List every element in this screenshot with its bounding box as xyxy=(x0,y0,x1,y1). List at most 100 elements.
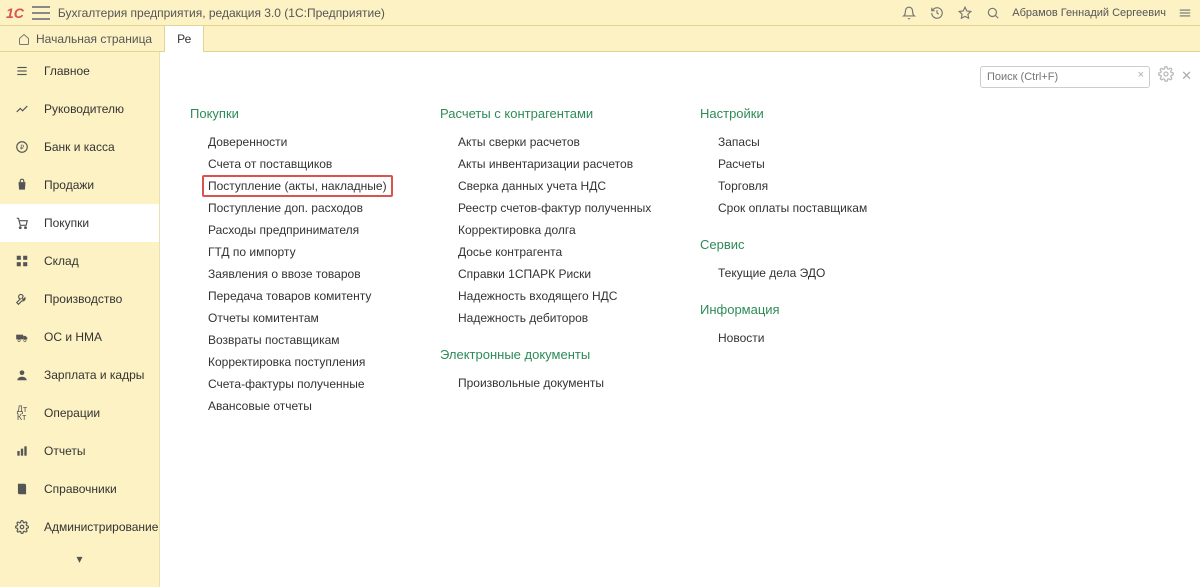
sidebar-item-label: Продажи xyxy=(44,178,94,192)
col-purchases-header: Покупки xyxy=(190,106,400,121)
sidebar-item-label: Администрирование xyxy=(44,520,158,534)
menu-link[interactable]: Надежность входящего НДС xyxy=(458,285,660,307)
menu-link[interactable]: Поступление (акты, накладные) xyxy=(202,175,393,197)
tab-second[interactable]: Ре xyxy=(165,26,204,52)
sidebar-item-label: Производство xyxy=(44,292,122,306)
close-panel-icon[interactable]: ✕ xyxy=(1181,68,1192,84)
sidebar-item-manager[interactable]: Руководителю xyxy=(0,90,159,128)
menu-link[interactable]: Срок оплаты поставщикам xyxy=(718,197,900,219)
bell-icon[interactable] xyxy=(900,4,918,22)
sidebar-item-main[interactable]: Главное xyxy=(0,52,159,90)
menu-link[interactable]: Доверенности xyxy=(208,131,400,153)
wrench-icon xyxy=(14,291,30,307)
menu-link[interactable]: Корректировка долга xyxy=(458,219,660,241)
chart-icon xyxy=(14,443,30,459)
section-header: Электронные документы xyxy=(440,347,660,362)
ruble-icon: ₽ xyxy=(14,139,30,155)
menu-link[interactable]: Торговля xyxy=(718,175,900,197)
app-title: Бухгалтерия предприятия, редакция 3.0 (1… xyxy=(58,6,385,20)
menu-link[interactable]: Произвольные документы xyxy=(458,372,660,394)
search-box: × xyxy=(980,66,1150,88)
truck-icon xyxy=(14,329,30,345)
menu-link[interactable]: Справки 1СПАРК Риски xyxy=(458,263,660,285)
operations-icon: ДтКт xyxy=(14,405,30,421)
sidebar-item-admin[interactable]: Администрирование xyxy=(0,508,159,546)
menu-link[interactable]: Счета от поставщиков xyxy=(208,153,400,175)
menu-link[interactable]: Реестр счетов-фактур полученных xyxy=(458,197,660,219)
col-settlements: Расчеты с контрагентами Акты сверки расче… xyxy=(440,106,660,417)
menu-link[interactable]: Акты сверки расчетов xyxy=(458,131,660,153)
menu-link[interactable]: Акты инвентаризации расчетов xyxy=(458,153,660,175)
tab-home-label: Начальная страница xyxy=(36,32,152,46)
book-icon xyxy=(14,481,30,497)
sidebar-item-label: Главное xyxy=(44,64,90,78)
panel-settings-icon[interactable] xyxy=(1158,66,1174,82)
sidebar-item-label: Покупки xyxy=(44,216,89,230)
menu-link[interactable]: Досье контрагента xyxy=(458,241,660,263)
col-purchases: Покупки ДоверенностиСчета от поставщиков… xyxy=(190,106,400,417)
menu-link[interactable]: ГТД по импорту xyxy=(208,241,400,263)
menu-link[interactable]: Новости xyxy=(718,327,900,349)
person-icon xyxy=(14,367,30,383)
search-icon[interactable] xyxy=(984,4,1002,22)
cart-icon xyxy=(14,215,30,231)
sidebar-item-label: Зарплата и кадры xyxy=(44,368,144,382)
menu-link[interactable]: Надежность дебиторов xyxy=(458,307,660,329)
menu-link[interactable]: Текущие дела ЭДО xyxy=(718,262,900,284)
section-header: Информация xyxy=(700,302,900,317)
sidebar-item-reports[interactable]: Отчеты xyxy=(0,432,159,470)
star-icon[interactable] xyxy=(956,4,974,22)
sidebar-item-sales[interactable]: Продажи xyxy=(0,166,159,204)
home-icon xyxy=(18,33,30,45)
sidebar-item-hr[interactable]: Зарплата и кадры xyxy=(0,356,159,394)
tab-home[interactable]: Начальная страница xyxy=(6,26,165,52)
menu-link[interactable]: Отчеты комитентам xyxy=(208,307,400,329)
sidebar: Главное Руководителю ₽ Банк и касса Прод… xyxy=(0,52,160,587)
sidebar-item-bank[interactable]: ₽ Банк и касса xyxy=(0,128,159,166)
sidebar-item-label: Отчеты xyxy=(44,444,85,458)
sidebar-item-label: Операции xyxy=(44,406,100,420)
menu-link[interactable]: Запасы xyxy=(718,131,900,153)
sidebar-item-label: Справочники xyxy=(44,482,117,496)
sidebar-item-assets[interactable]: ОС и НМА xyxy=(0,318,159,356)
sidebar-item-label: ОС и НМА xyxy=(44,330,102,344)
menu-link[interactable]: Передача товаров комитенту xyxy=(208,285,400,307)
menu-icon[interactable] xyxy=(32,6,50,20)
menu-link[interactable]: Авансовые отчеты xyxy=(208,395,400,417)
sidebar-item-label: Склад xyxy=(44,254,79,268)
history-icon[interactable] xyxy=(928,4,946,22)
main-panel: × ✕ Покупки ДоверенностиСчета от поставщ… xyxy=(160,52,1200,587)
sidebar-item-purchases[interactable]: Покупки xyxy=(0,204,159,242)
section-header: Настройки xyxy=(700,106,900,121)
sidebar-item-label: Руководителю xyxy=(44,102,124,116)
menu-link[interactable]: Возвраты поставщикам xyxy=(208,329,400,351)
trend-icon xyxy=(14,101,30,117)
menu-link[interactable]: Поступление доп. расходов xyxy=(208,197,400,219)
sidebar-item-reference[interactable]: Справочники xyxy=(0,470,159,508)
menu-link[interactable]: Расходы предпринимателя xyxy=(208,219,400,241)
section-header: Сервис xyxy=(700,237,900,252)
user-name[interactable]: Абрамов Геннадий Сергеевич xyxy=(1012,7,1166,19)
menu-link[interactable]: Заявления о ввозе товаров xyxy=(208,263,400,285)
menu-link[interactable]: Расчеты xyxy=(718,153,900,175)
tab-second-label: Ре xyxy=(177,32,191,46)
sidebar-more[interactable]: ▾ xyxy=(0,546,159,572)
list-icon xyxy=(14,63,30,79)
section-header: Расчеты с контрагентами xyxy=(440,106,660,121)
sidebar-item-production[interactable]: Производство xyxy=(0,280,159,318)
menu-link[interactable]: Корректировка поступления xyxy=(208,351,400,373)
sidebar-item-operations[interactable]: ДтКт Операции xyxy=(0,394,159,432)
search-input[interactable] xyxy=(980,66,1150,88)
col-settings: Настройки ЗапасыРасчетыТорговляСрок оплат… xyxy=(700,106,900,417)
search-clear-icon[interactable]: × xyxy=(1138,69,1144,81)
sidebar-item-label: Банк и касса xyxy=(44,140,115,154)
grid-icon xyxy=(14,253,30,269)
bag-icon xyxy=(14,177,30,193)
window-menu-icon[interactable] xyxy=(1176,4,1194,22)
svg-text:₽: ₽ xyxy=(20,144,24,151)
menu-link[interactable]: Сверка данных учета НДС xyxy=(458,175,660,197)
gear-icon xyxy=(14,519,30,535)
sidebar-item-warehouse[interactable]: Склад xyxy=(0,242,159,280)
menu-link[interactable]: Счета-фактуры полученные xyxy=(208,373,400,395)
app-logo: 1C xyxy=(6,5,24,21)
